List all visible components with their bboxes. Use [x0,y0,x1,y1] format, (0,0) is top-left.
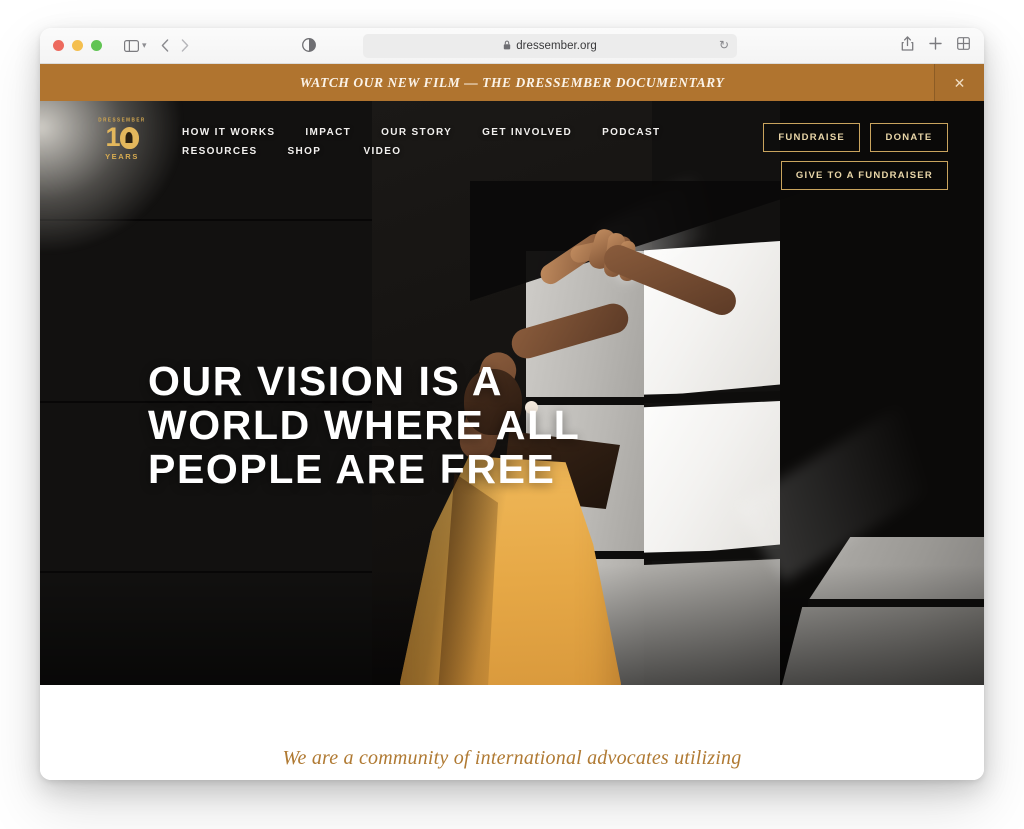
lock-icon [503,40,511,52]
chevron-down-icon[interactable]: ▾ [142,41,147,50]
hero-headline-line-2: WORLD WHERE ALL [148,402,581,448]
hero-section: OUR VISION IS A WORLD WHERE ALL PEOPLE A… [40,101,984,685]
address-bar-url: dressember.org [516,40,597,52]
logo-zero-shape [119,127,139,149]
page-viewport: WATCH OUR NEW FILM — THE DRESSEMBER DOCU… [40,64,984,780]
browser-window: ▾ dressember.org ↻ WATCH OUR NEW FILM — … [40,28,984,780]
sidebar-toggle-icon[interactable] [124,39,139,52]
logo-anniversary-number: 1 [98,123,146,151]
nav-item-resources[interactable]: RESOURCES [182,146,258,157]
nav-item-how-it-works[interactable]: HOW IT WORKS [182,127,275,138]
toolbar-actions [901,36,970,51]
reload-icon[interactable]: ↻ [719,38,729,52]
hero-headline-line-3: PEOPLE ARE FREE [148,446,556,492]
announcement-text: WATCH OUR NEW FILM — THE DRESSEMBER DOCU… [299,74,725,90]
nav-item-our-story[interactable]: OUR STORY [381,127,452,138]
hero-headline: OUR VISION IS A WORLD WHERE ALL PEOPLE A… [148,359,580,491]
browser-toolbar: ▾ dressember.org ↻ [40,28,984,64]
hero-headline-line-1: OUR VISION IS A [148,358,504,404]
intro-section: We are a community of international advo… [40,685,984,780]
share-icon[interactable] [901,36,914,51]
back-button[interactable] [161,39,169,52]
fundraise-button[interactable]: FUNDRAISE [763,123,860,152]
announcement-banner[interactable]: WATCH OUR NEW FILM — THE DRESSEMBER DOCU… [40,64,984,101]
minimize-window-button[interactable] [72,40,83,51]
intro-text: We are a community of international advo… [282,747,742,769]
primary-navigation: HOW IT WORKS IMPACT OUR STORY GET INVOLV… [182,127,742,157]
nav-item-shop[interactable]: SHOP [288,146,334,157]
nav-item-impact[interactable]: IMPACT [305,127,351,138]
nav-item-video[interactable]: VIDEO [364,146,402,157]
donate-button[interactable]: DONATE [870,123,948,152]
reader-view-icon[interactable] [302,38,316,52]
nav-item-get-involved[interactable]: GET INVOLVED [482,127,572,138]
forward-button[interactable] [181,39,189,52]
close-icon: ✕ [953,74,966,91]
window-controls [53,40,102,51]
address-bar[interactable]: dressember.org ↻ [363,34,737,58]
site-logo[interactable]: DRESSEMBER 1 YEARS [98,116,146,170]
logo-years-text: YEARS [105,152,139,161]
tab-overview-icon[interactable] [957,37,970,50]
nav-item-podcast[interactable]: PODCAST [602,127,660,138]
header-actions: FUNDRAISE DONATE GIVE TO A FUNDRAISER [718,123,948,190]
page-root: ▾ dressember.org ↻ WATCH OUR NEW FILM — … [0,0,1024,829]
give-to-a-fundraiser-button[interactable]: GIVE TO A FUNDRAISER [780,161,948,190]
announcement-close-button[interactable]: ✕ [934,64,984,101]
new-tab-icon[interactable] [929,37,942,50]
zoom-window-button[interactable] [91,40,102,51]
site-header: DRESSEMBER 1 YEARS HOW IT WORKS IMPACT O… [40,101,984,191]
close-window-button[interactable] [53,40,64,51]
